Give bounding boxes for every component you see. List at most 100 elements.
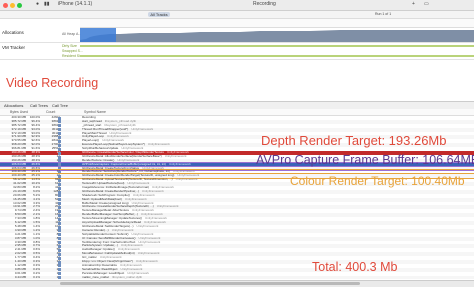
- symbol-name-text: PlayerLoop(): [82, 139, 100, 143]
- symbol-name-text: ScriptableRenderContext::Submit(): [82, 232, 129, 236]
- symbol-name-text: ScriptRunBehaviourUpdate: [82, 147, 119, 151]
- symbol-name-text: AVProMovieCapture::CaptureFrameBuffer(un…: [82, 162, 166, 166]
- bytes-used-cell: 0.44 MB: [14, 275, 26, 279]
- secondary-toolbar: Run 1 of 1: [0, 11, 474, 19]
- depth-render-target-annotation: Depth Render Target: 193.26Mb: [261, 133, 447, 148]
- record-button[interactable]: ●: [36, 1, 39, 7]
- column-count[interactable]: Count: [46, 110, 55, 114]
- symbol-name-text: Texture2D::UploadTexture(bool): [82, 182, 125, 186]
- symbol-name-text: RenderTexture::Create(): [82, 158, 115, 162]
- pause-button[interactable]: ▮▮: [44, 1, 50, 7]
- symbol-library-name: UnityFramework: [117, 158, 140, 162]
- symbol-library-name: UnityFramework: [140, 213, 163, 217]
- symbol-name-text: _pthread_start: [82, 123, 102, 127]
- window-title: Recording: [253, 1, 276, 7]
- allocations-graph-area: [80, 30, 474, 42]
- symbol-name-text: AnimationClip::Deserialize: [82, 263, 118, 267]
- symbol-name-text: GfxDevice::CreateRenderSurfaceColor / De…: [82, 151, 165, 155]
- symbol-library-name: UnityFramework: [141, 189, 164, 193]
- vm-tracker-track-label: VM Tracker: [2, 45, 26, 50]
- symbol-name-text: PersistentManager::LoadObject: [82, 271, 125, 275]
- symbol-name-text: GfxDevice::CreateRenderSurfaceDepth(Text…: [82, 205, 154, 209]
- symbol-library-name: UnityFramework: [99, 256, 122, 260]
- symbol-name-text: Mesh::UploadMeshData(bool): [82, 197, 122, 201]
- zoom-window-button[interactable]: [17, 3, 22, 8]
- run-info[interactable]: Run 1 of 1: [375, 12, 391, 16]
- symbol-name-cell: malloc_zone_malloc libsystem_malloc.dylib: [82, 276, 142, 280]
- symbol-name-text: TextRendering::Font::CacheFontForText: [82, 240, 136, 244]
- symbol-name-text: GC_malloc: [82, 256, 97, 260]
- symbol-name-text: GfxDeviceMetal::CreateColorRenderTarget(…: [82, 174, 175, 178]
- symbol-name-text: malloc_zone_malloc: [82, 275, 110, 279]
- avpro-capture-frame-buffer-annotation: AVPro Capture Frame Buffer: 106.64MB: [256, 153, 474, 167]
- symbol-library-name: UnityFramework: [138, 240, 161, 244]
- timeline-ruler[interactable]: [80, 19, 474, 28]
- symbol-library-name: UnityFramework: [144, 221, 166, 225]
- symbol-library-name: UnityFramework: [137, 252, 160, 256]
- symbol-name-text: TextureStreamingManager::UpdateTextures(…: [82, 217, 143, 221]
- symbol-library-name: UnityFramework: [111, 228, 134, 232]
- tab-allocations[interactable]: Allocations: [4, 103, 23, 108]
- symbol-name-text: GfxDeviceMetal::UploadTexture2D(TextureI…: [82, 178, 173, 182]
- symbol-library-name: UnityFramework: [109, 131, 132, 135]
- symbol-library-name: UnityFramework: [120, 267, 143, 271]
- symbol-library-name: UnityFramework: [138, 236, 161, 240]
- symbol-library-name: UnityFramework: [132, 209, 154, 213]
- symbol-library-name: UnityFramework: [136, 224, 159, 228]
- allocations-graph: [80, 28, 474, 42]
- symbol-library-name: UnityFramework: [131, 232, 154, 236]
- symbol-library-name: UnityFramework: [164, 154, 187, 158]
- vm-tracker-graph: [80, 45, 474, 57]
- device-target-selector[interactable]: iPhone (14.1.1): [58, 1, 92, 7]
- symbol-library-name: libsystem_pthread.dylib: [104, 123, 136, 127]
- vm-dirty-size-label: Dirty Size: [62, 44, 77, 48]
- symbol-name-text: AudioManager::Update(): [82, 248, 115, 252]
- table-row[interactable]: 0.44 MB0.1%12malloc_zone_malloclibsystem…: [0, 275, 474, 280]
- colour-render-target-annotation: Colour Render Target: 100.40Mb: [290, 174, 465, 188]
- allocations-track[interactable]: Allocations All Heap A...: [0, 28, 474, 43]
- allocations-selection-range: [80, 28, 116, 42]
- symbol-name-text: start_wqthread: [82, 119, 102, 123]
- symbol-library-name: libsystem_pthread.dylib: [104, 119, 137, 123]
- symbol-name-text: ParticleSystem::Update(...): [82, 244, 118, 248]
- symbol-name-text: RenderBufferManager::GetTempBuffer(...): [82, 213, 138, 217]
- symbol-name-text: SerializedFile::ReadObject: [82, 267, 118, 271]
- symbol-library-name: libsystem_malloc.dylib: [112, 275, 143, 279]
- scrollbar-thumb[interactable]: [60, 282, 360, 285]
- symbol-library-name: UnityFramework: [107, 135, 129, 139]
- close-window-button[interactable]: [3, 3, 8, 8]
- vm-resident-bar: [80, 55, 474, 57]
- sidebar-toggle-icon[interactable]: ▭: [424, 1, 429, 7]
- symbol-library-name: UnityFramework: [117, 248, 140, 252]
- symbol-library-name: UnityFramework: [120, 263, 142, 267]
- symbol-library-name: UnityFramework: [147, 143, 170, 147]
- symbol-name-text: UnityPlayerLoop: [82, 135, 105, 139]
- add-instrument-icon[interactable]: +: [412, 1, 415, 7]
- symbol-library-name: UnityFramework: [121, 147, 144, 151]
- symbol-name-text: RenderTexture::SetActive(RenderTexture*,…: [82, 170, 170, 174]
- vm-dirty-bar: [80, 45, 474, 47]
- symbol-name-text: BufferMetal::Create(unsigned long): [82, 201, 129, 205]
- symbol-library-name: UnityFramework: [131, 201, 154, 205]
- symbol-name-text: TextureManagerMetal::AllocTexture: [82, 209, 130, 213]
- video-recording-annotation: Video Recording: [6, 76, 99, 90]
- symbol-library-name: UnityFramework: [167, 151, 189, 155]
- symbol-name-text: ExecutePlayerLoop(NativePlayerLoopSystem…: [82, 143, 145, 147]
- vm-tracker-track[interactable]: VM Tracker Dirty Size Swapped S... Resid…: [0, 43, 474, 60]
- column-symbol-name[interactable]: Symbol Name: [84, 110, 106, 114]
- allocations-track-label: Allocations: [2, 30, 24, 35]
- tab-call-trees[interactable]: Call Trees: [30, 103, 48, 108]
- symbol-name-text: GfxDeviceMetal::CreateRenderPipeline(...…: [82, 189, 139, 193]
- symbol-name-text: ShaderLab::SubProgram::Compile(): [82, 193, 130, 197]
- column-bytes-used[interactable]: Bytes Used: [10, 110, 28, 114]
- symbol-library-name: UnityFramework: [177, 174, 200, 178]
- minimize-window-button[interactable]: [10, 3, 15, 8]
- title-bar: ● ▮▮ iPhone (14.1.1) Recording + ▭: [0, 0, 474, 11]
- symbol-library-name: UnityFramework: [156, 205, 179, 209]
- all-tracks-filter[interactable]: All Tracks: [148, 12, 170, 17]
- symbol-library-name: UnityFramework: [132, 193, 155, 197]
- symbol-name-text: ImageReference::InitDefaultImage(Texture…: [82, 186, 150, 190]
- tab-call-tree[interactable]: Call Tree: [52, 103, 68, 108]
- symbol-name-text: Thread::RunThreadWrapper(void*): [82, 127, 129, 131]
- symbol-library-name: UnityFramework: [152, 186, 174, 190]
